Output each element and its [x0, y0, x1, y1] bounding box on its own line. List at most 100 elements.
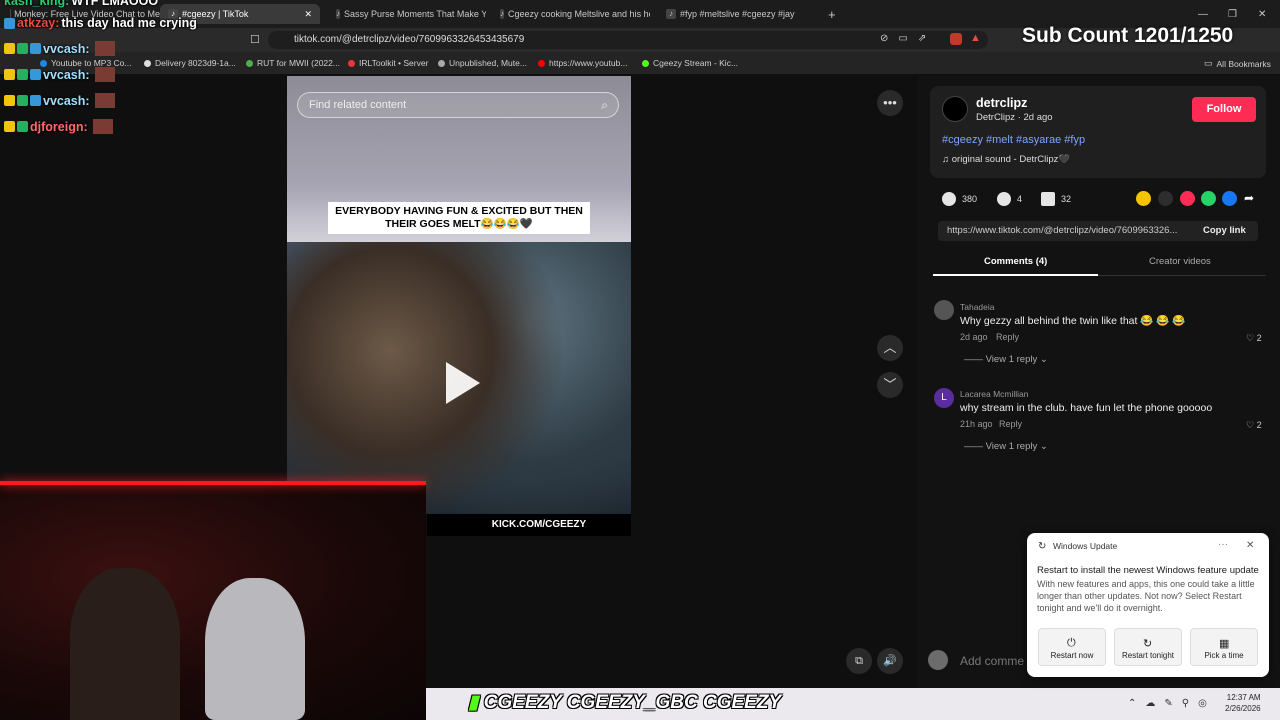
hashtags[interactable]: #cgeezy #melt #asyarae #fyp — [942, 134, 1085, 146]
minimize-icon[interactable]: — — [1198, 4, 1208, 24]
toast-body: With new features and apps, this one cou… — [1037, 579, 1255, 613]
bookmark-icon — [1041, 192, 1055, 206]
bookmark-label: Cgeezy Stream - Kic... — [653, 58, 739, 68]
comment-text: Why gezzy all behind the twin like that … — [960, 315, 1186, 327]
extension-icons[interactable]: ⊘▭⇗ — [880, 33, 936, 44]
find-related-search[interactable]: Find related content ⌕ — [297, 92, 619, 118]
bookmark-label: IRLToolkit • Server — [359, 58, 429, 68]
restart-icon: ↻ — [1143, 638, 1153, 650]
comment-like[interactable]: ♡ 2 — [1246, 420, 1262, 431]
search-icon[interactable]: ⌕ — [601, 93, 608, 117]
coin-icon[interactable] — [1136, 191, 1151, 206]
bookmark-unpublished[interactable]: Unpublished, Mute... — [438, 58, 527, 68]
new-tab-button[interactable]: + — [828, 4, 836, 24]
view-replies[interactable]: —— View 1 reply ⌄ — [964, 441, 1048, 452]
gem-badge-icon — [30, 69, 41, 80]
save-count: 32 — [1061, 194, 1072, 204]
embed-icon[interactable] — [1158, 191, 1173, 206]
commenter-name[interactable]: Tahadeia — [960, 302, 995, 312]
led-strip — [0, 481, 426, 485]
copy-link-button[interactable]: Copy link — [1203, 225, 1246, 236]
heart-icon: ♡ — [1246, 333, 1255, 343]
chevron-up-icon[interactable]: ︿ — [877, 335, 903, 361]
follow-button[interactable]: Follow — [1192, 97, 1256, 122]
restart-now-button[interactable]: ⏻ Restart now — [1038, 628, 1106, 666]
heart-icon: ♡ — [1246, 420, 1255, 430]
bookmark-cgeezy-stream[interactable]: Cgeezy Stream - Kic... — [642, 58, 738, 68]
alert-icon[interactable]: ▲ — [970, 32, 981, 44]
posted-time: · 2d ago — [1017, 112, 1053, 123]
tab-creator-videos[interactable]: Creator videos — [1149, 256, 1211, 267]
active-tab-indicator — [933, 274, 1098, 276]
crown-badge-icon — [4, 95, 15, 106]
maximize-icon[interactable]: ❐ — [1228, 4, 1237, 24]
url-text: tiktok.com/@detrclipz/video/760996332645… — [294, 34, 525, 45]
toast-close-icon[interactable]: ✕ — [1246, 540, 1254, 551]
pick-a-time-button[interactable]: ▦ Pick a time — [1190, 628, 1258, 666]
send-icon[interactable] — [1180, 191, 1195, 206]
miniplayer-icon[interactable]: ⧉ — [846, 648, 872, 674]
refresh-icon: ↻ — [1038, 541, 1047, 552]
irl-icon — [348, 59, 355, 67]
toast-title: Restart to install the newest Windows fe… — [1037, 565, 1259, 576]
chevron-down-icon[interactable]: ﹀ — [877, 372, 903, 398]
video-link[interactable]: https://www.tiktok.com/@detrclipz/video/… — [947, 225, 1191, 236]
tab-sassy-purse[interactable]: ♪ Sassy Purse Moments That Make You — [336, 4, 486, 24]
close-window-icon[interactable]: ✕ — [1258, 4, 1266, 24]
chat-message: WTF LMAOOO — [71, 0, 159, 8]
more-options-icon[interactable]: ••• — [877, 90, 903, 116]
sub-count-overlay: Sub Count 1201/1250 — [1022, 24, 1234, 47]
kick-overlay-label: KICK.COM/CGEEZY — [427, 514, 631, 536]
facebook-icon[interactable] — [1222, 191, 1237, 206]
shield-badge-icon — [17, 69, 28, 80]
commenter-avatar[interactable]: L — [934, 388, 954, 408]
taskbar-clock[interactable]: 12:37 AM 2/26/2026 — [1225, 692, 1261, 714]
volume-icon[interactable]: 🔊 — [877, 648, 903, 674]
chevron-down-icon: ⌄ — [1039, 441, 1048, 452]
emote-icon — [92, 119, 113, 134]
bookmark-youtube[interactable]: https://www.youtub... — [538, 58, 627, 68]
tab-comments[interactable]: Comments (4) — [984, 256, 1047, 267]
author-avatar[interactable] — [942, 96, 968, 122]
toast-more-icon[interactable]: ··· — [1218, 539, 1228, 550]
chat-user: atkzay: — [17, 16, 60, 30]
commenter-name[interactable]: Lacarea Mcmillian — [960, 389, 1029, 399]
tab-fyp[interactable]: ♪ #fyp #meltslive #cgeezy #jay — [666, 4, 816, 24]
author-handle[interactable]: detrclipz — [976, 96, 1027, 110]
whatsapp-icon[interactable] — [1201, 191, 1216, 206]
bookmark-irltoolkit[interactable]: IRLToolkit • Server — [348, 58, 428, 68]
comment-text: why stream in the club. have fun let the… — [960, 402, 1213, 414]
page-icon — [438, 59, 445, 67]
all-bookmarks[interactable]: ▭ All Bookmarks — [1204, 58, 1271, 69]
view-replies[interactable]: —— View 1 reply ⌄ — [964, 354, 1048, 365]
youtube-icon — [538, 59, 545, 67]
play-icon[interactable] — [446, 362, 480, 404]
badge-icon — [4, 17, 15, 29]
system-tray-icons[interactable]: ⌃☁✎⚲◎ — [1128, 698, 1216, 709]
chat-user: kash_king: — [4, 0, 70, 8]
commenter-avatar[interactable] — [934, 300, 954, 320]
like-button[interactable]: 380 — [942, 192, 977, 206]
chevron-down-icon: ⌄ — [1039, 354, 1048, 365]
power-icon: ⏻ — [1067, 637, 1076, 649]
emote-icon — [94, 41, 115, 56]
tiktok-icon: ♪ — [666, 9, 676, 19]
reply-button[interactable]: Reply — [999, 419, 1022, 429]
close-tab-icon[interactable]: ✕ — [304, 9, 312, 20]
comment-like[interactable]: ♡ 2 — [1246, 333, 1262, 344]
shield-badge-icon — [17, 43, 28, 54]
restart-tonight-button[interactable]: ↻ Restart tonight — [1114, 628, 1182, 666]
brave-icon[interactable] — [950, 33, 962, 45]
comment-button[interactable]: 4 — [997, 192, 1022, 206]
restart-tonight-label: Restart tonight — [1121, 651, 1175, 660]
save-button[interactable]: 32 — [1041, 192, 1071, 206]
bookmark-rut[interactable]: RUT for MWII (2022... — [246, 58, 340, 68]
tab-cgeezy-cooking[interactable]: ♪ Cgeezy cooking Meltslive and his ho — [500, 4, 650, 24]
share-arrow-icon[interactable]: ➦ — [1244, 191, 1254, 205]
new-tab-label: + — [828, 6, 836, 22]
add-comment-input[interactable]: Add comme — [930, 648, 1030, 674]
sound-link[interactable]: ♫ original sound - DetrClipz🖤 — [942, 154, 1070, 165]
chat-user: djforeign: — [30, 119, 88, 134]
chat-user: vvcash: — [43, 41, 90, 56]
reply-button[interactable]: Reply — [996, 332, 1019, 342]
